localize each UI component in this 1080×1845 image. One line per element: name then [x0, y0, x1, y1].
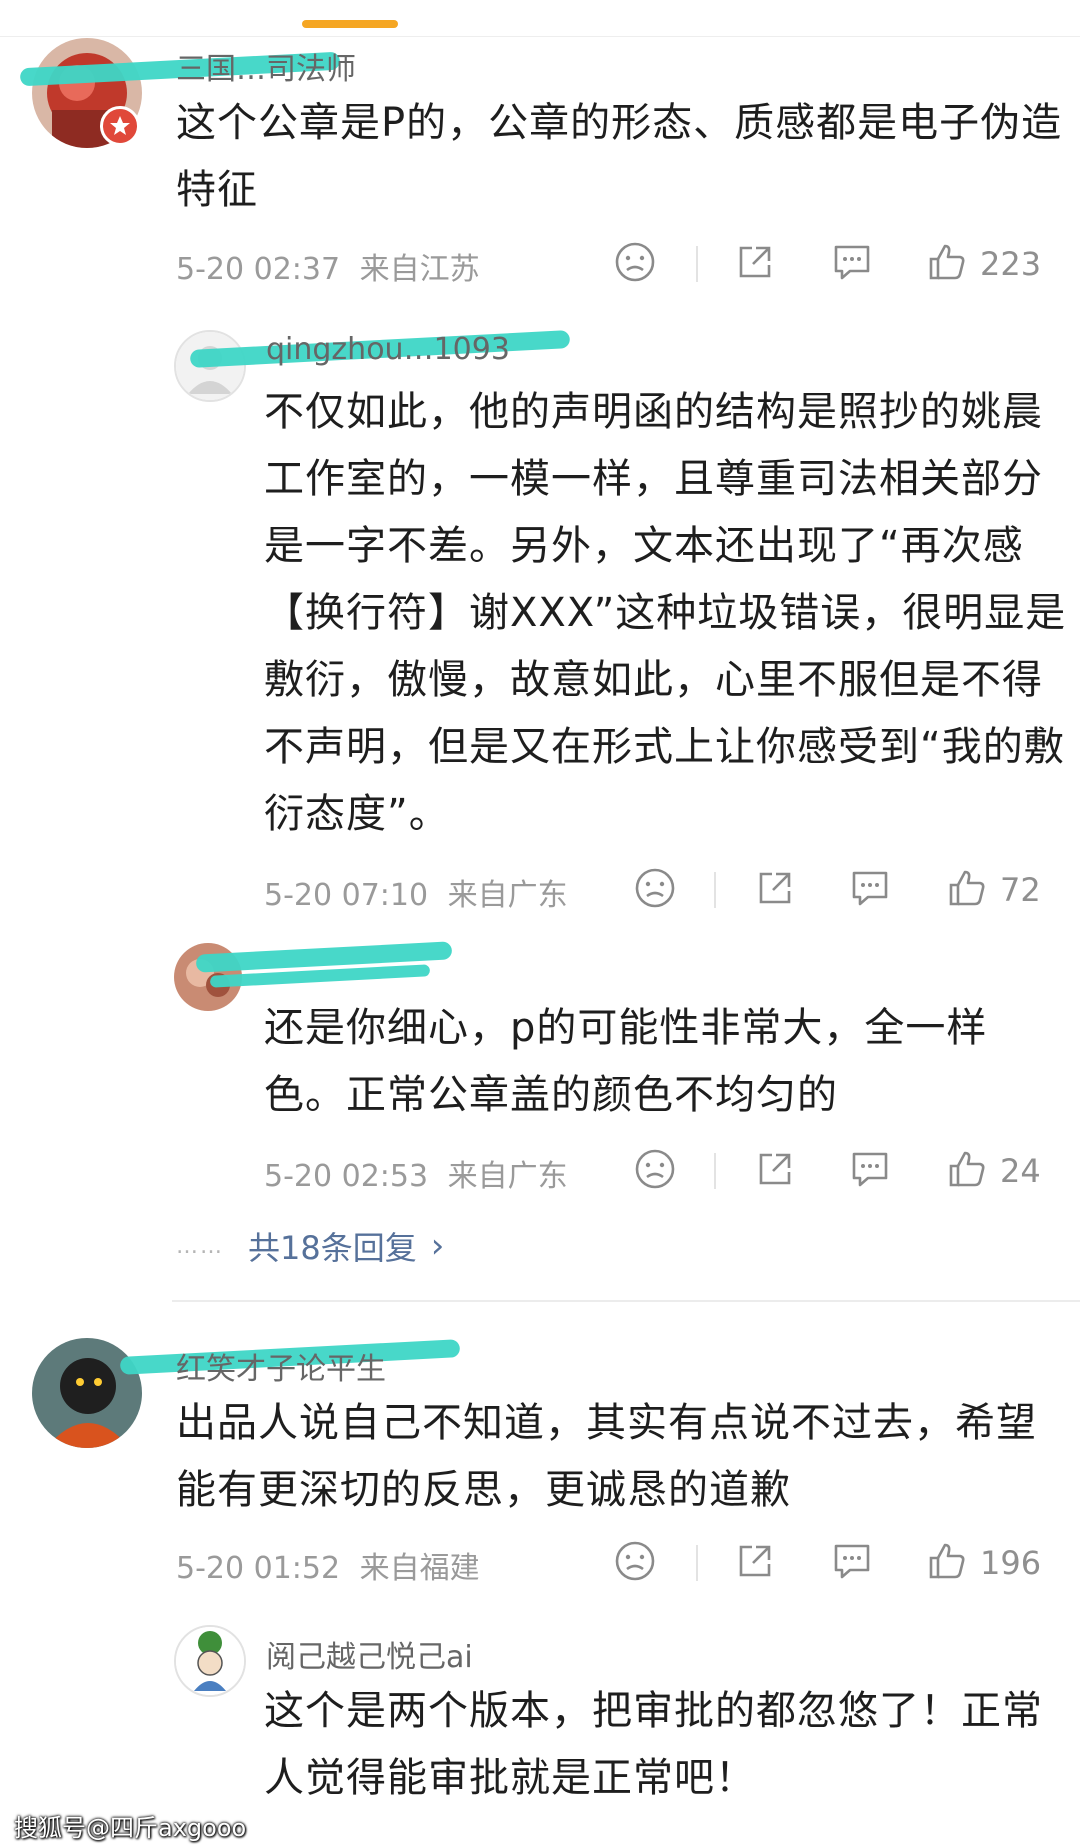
share-button[interactable]	[734, 1539, 776, 1587]
dislike-icon	[634, 1148, 676, 1194]
comment-text: 不仅如此，他的声明函的结构是照抄的姚晨 工作室的，一模一样，且尊重司法相关部分 …	[264, 379, 1066, 848]
like-icon	[926, 241, 968, 287]
verified-badge-icon	[100, 106, 140, 146]
like-count: 72	[1000, 871, 1041, 909]
comment-divider	[172, 1300, 1080, 1302]
text-line: 工作室的，一模一样，且尊重司法相关部分	[264, 456, 1043, 502]
location: 来自广东	[447, 1159, 568, 1194]
like-button[interactable]: 72	[946, 866, 1041, 914]
dislike-icon	[614, 241, 656, 287]
action-bar: 223	[614, 240, 1054, 288]
timestamp: 5-20 02:37	[176, 252, 341, 287]
text-line: 能有更深切的反思，更诚恳的道歉	[176, 1467, 791, 1513]
text-line: 衍态度”。	[264, 791, 450, 837]
share-button[interactable]	[754, 1147, 796, 1195]
ellipsis-icon: ……	[176, 1233, 224, 1259]
username[interactable]: 三国…司法师	[176, 44, 356, 88]
dislike-icon	[634, 867, 676, 913]
text-line: 不仅如此，他的声明函的结构是照抄的姚晨	[264, 389, 1043, 435]
comment-icon	[848, 1148, 892, 1194]
like-button[interactable]: 196	[926, 1539, 1041, 1587]
text-line: 敷衍，傲慢，故意如此，心里不服但是不得	[264, 657, 1043, 703]
dislike-button[interactable]	[614, 240, 656, 288]
text-line: 这个公章是P的，公章的形态、质感都是电子伪造	[176, 100, 1063, 146]
text-line: 出品人说自己不知道，其实有点说不过去，希望	[176, 1400, 1037, 1446]
separator	[696, 246, 698, 282]
top-divider	[0, 36, 1080, 37]
comment-meta: 5-20 07:10 来自广东	[264, 870, 568, 914]
avatar[interactable]	[174, 1625, 246, 1697]
dislike-button[interactable]	[614, 1539, 656, 1587]
text-line: 人觉得能审批就是正常吧！	[264, 1755, 756, 1801]
reply-button[interactable]	[830, 240, 874, 288]
like-count: 196	[980, 1544, 1042, 1582]
text-line: 还是你细心，p的可能性非常大，全一样	[264, 1005, 988, 1051]
username[interactable]: qingzhou…1093	[266, 332, 510, 367]
separator	[714, 1153, 716, 1189]
action-bar: 24	[634, 1147, 1054, 1195]
timestamp: 5-20 07:10	[264, 878, 429, 913]
location: 来自广东	[447, 878, 568, 913]
reply-button[interactable]	[848, 1147, 892, 1195]
share-button[interactable]	[754, 866, 796, 914]
text-line: 这个是两个版本，把审批的都忽悠了！正常	[264, 1688, 1043, 1734]
more-replies-text: 共18条回复	[248, 1229, 417, 1267]
reply-button[interactable]	[848, 866, 892, 914]
comment-text: 还是你细心，p的可能性非常大，全一样 色。正常公章盖的颜色不均匀的	[264, 995, 987, 1129]
dislike-button[interactable]	[634, 1147, 676, 1195]
text-line: 色。正常公章盖的颜色不均匀的	[264, 1072, 838, 1118]
action-bar: 196	[614, 1539, 1054, 1587]
watermark: 搜狐号@四斤axgooo	[14, 1814, 247, 1842]
text-line: 是一字不差。另外，文本还出现了“再次感	[264, 523, 1024, 569]
like-icon	[926, 1540, 968, 1586]
like-count: 223	[980, 245, 1042, 283]
comment-meta: 5-20 02:37 来自江苏	[176, 244, 480, 288]
share-icon	[754, 867, 796, 913]
comment-meta: 5-20 02:53 来自广东	[264, 1151, 568, 1195]
like-count: 24	[1000, 1152, 1041, 1190]
text-line: 特征	[176, 167, 258, 213]
share-icon	[734, 1540, 776, 1586]
reply-button[interactable]	[830, 1539, 874, 1587]
comment-icon	[830, 241, 874, 287]
text-line: 不声明，但是又在形式上让你感受到“我的敷	[264, 724, 1065, 770]
scroll-indicator	[302, 20, 398, 28]
comment-text: 这个公章是P的，公章的形态、质感都是电子伪造 特征	[176, 90, 1062, 224]
comment-icon	[830, 1540, 874, 1586]
action-bar: 72	[634, 866, 1054, 914]
share-button[interactable]	[734, 240, 776, 288]
share-icon	[754, 1148, 796, 1194]
text-line: 【换行符】谢XXX”这种垃圾错误，很明显是	[264, 590, 1067, 636]
location: 来自福建	[359, 1551, 480, 1586]
comment-icon	[848, 867, 892, 913]
separator	[714, 872, 716, 908]
location: 来自江苏	[359, 252, 480, 287]
timestamp: 5-20 02:53	[264, 1159, 429, 1194]
chevron-right-icon: ›	[430, 1226, 445, 1266]
comment-text: 这个是两个版本，把审批的都忽悠了！正常 人觉得能审批就是正常吧！	[264, 1678, 1043, 1812]
like-icon	[946, 867, 988, 913]
like-button[interactable]: 24	[946, 1147, 1041, 1195]
separator	[696, 1545, 698, 1581]
username[interactable]: 红笑才子论平生	[176, 1344, 386, 1388]
comment-text: 出品人说自己不知道，其实有点说不过去，希望 能有更深切的反思，更诚恳的道歉	[176, 1390, 1037, 1524]
share-icon	[734, 241, 776, 287]
dislike-icon	[614, 1540, 656, 1586]
dislike-button[interactable]	[634, 866, 676, 914]
username[interactable]: 阅己越己悦己ai	[266, 1632, 473, 1676]
more-replies-link[interactable]: …… 共18条回复 ›	[176, 1225, 444, 1267]
comment-meta: 5-20 01:52 来自福建	[176, 1543, 480, 1587]
like-icon	[946, 1148, 988, 1194]
timestamp: 5-20 01:52	[176, 1551, 341, 1586]
like-button[interactable]: 223	[926, 240, 1041, 288]
avatar[interactable]	[32, 1338, 142, 1448]
